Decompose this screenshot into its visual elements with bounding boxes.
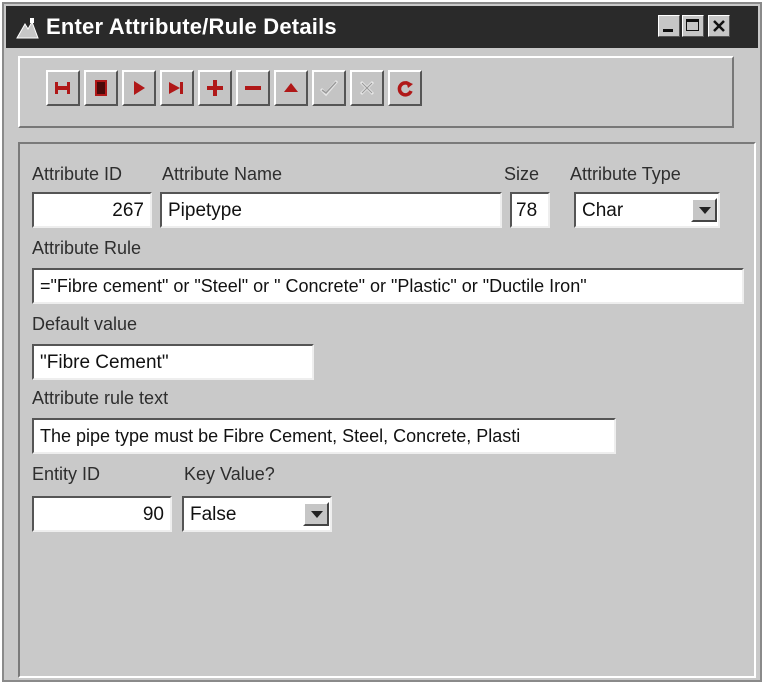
save-checkmark-icon xyxy=(319,80,339,97)
attribute-id-label: Attribute ID xyxy=(32,164,123,184)
refresh-icon xyxy=(397,81,413,97)
stop-icon xyxy=(95,80,107,96)
attribute-name-field[interactable]: Pipetype xyxy=(160,192,502,228)
attribute-rule-text-label: Attribute rule text xyxy=(32,388,169,408)
refresh-button[interactable] xyxy=(388,70,422,106)
attribute-rule-field[interactable]: ="Fibre cement" or "Steel" or " Concrete… xyxy=(32,268,744,304)
delete-record-button[interactable] xyxy=(236,70,270,106)
app-icon xyxy=(16,18,39,39)
edit-record-button[interactable] xyxy=(274,70,308,106)
attribute-type-select[interactable]: Char xyxy=(574,192,720,228)
default-value-label: Default value xyxy=(32,314,138,334)
record-toolbar xyxy=(18,56,734,128)
attribute-id-field[interactable]: 267 xyxy=(32,192,152,228)
title-bar[interactable]: Enter Attribute/Rule Details xyxy=(6,6,758,48)
maximize-icon[interactable] xyxy=(682,15,704,37)
first-record-button[interactable] xyxy=(46,70,80,106)
cancel-cross-icon xyxy=(359,80,375,96)
default-value-field[interactable]: "Fibre Cement" xyxy=(32,344,314,380)
attribute-type-label: Attribute Type xyxy=(570,164,681,184)
add-record-button[interactable] xyxy=(198,70,232,106)
cancel-edit-button[interactable] xyxy=(350,70,384,106)
edit-record-icon xyxy=(284,83,298,92)
minimize-icon[interactable] xyxy=(658,15,680,37)
next-record-icon xyxy=(134,81,145,95)
form-panel: Attribute ID Attribute Name Size Attribu… xyxy=(18,142,756,678)
attribute-rule-text-field[interactable]: The pipe type must be Fibre Cement, Stee… xyxy=(32,418,616,454)
attribute-name-label: Attribute Name xyxy=(162,164,283,184)
close-icon[interactable] xyxy=(708,15,730,37)
key-value-value: False xyxy=(190,504,237,525)
attribute-rule-label: Attribute Rule xyxy=(32,238,142,258)
attribute-type-value: Char xyxy=(582,200,624,221)
last-record-button[interactable] xyxy=(160,70,194,106)
size-field[interactable]: 78 xyxy=(510,192,550,228)
key-value-select[interactable]: False xyxy=(182,496,332,532)
stop-button[interactable] xyxy=(84,70,118,106)
delete-record-icon xyxy=(245,86,261,90)
next-record-button[interactable] xyxy=(122,70,156,106)
add-record-icon xyxy=(207,80,223,96)
attribute-type-dropdown-icon[interactable] xyxy=(691,198,717,222)
last-record-icon xyxy=(169,82,183,94)
attribute-rule-window: Enter Attribute/Rule Details Attribute I… xyxy=(2,2,762,682)
save-record-button[interactable] xyxy=(312,70,346,106)
entity-id-label: Entity ID xyxy=(32,464,101,484)
window-title: Enter Attribute/Rule Details xyxy=(46,14,337,39)
key-value-label: Key Value? xyxy=(184,464,275,484)
first-record-icon xyxy=(55,82,70,94)
key-value-dropdown-icon[interactable] xyxy=(303,502,329,526)
size-label: Size xyxy=(504,164,540,184)
entity-id-field[interactable]: 90 xyxy=(32,496,172,532)
